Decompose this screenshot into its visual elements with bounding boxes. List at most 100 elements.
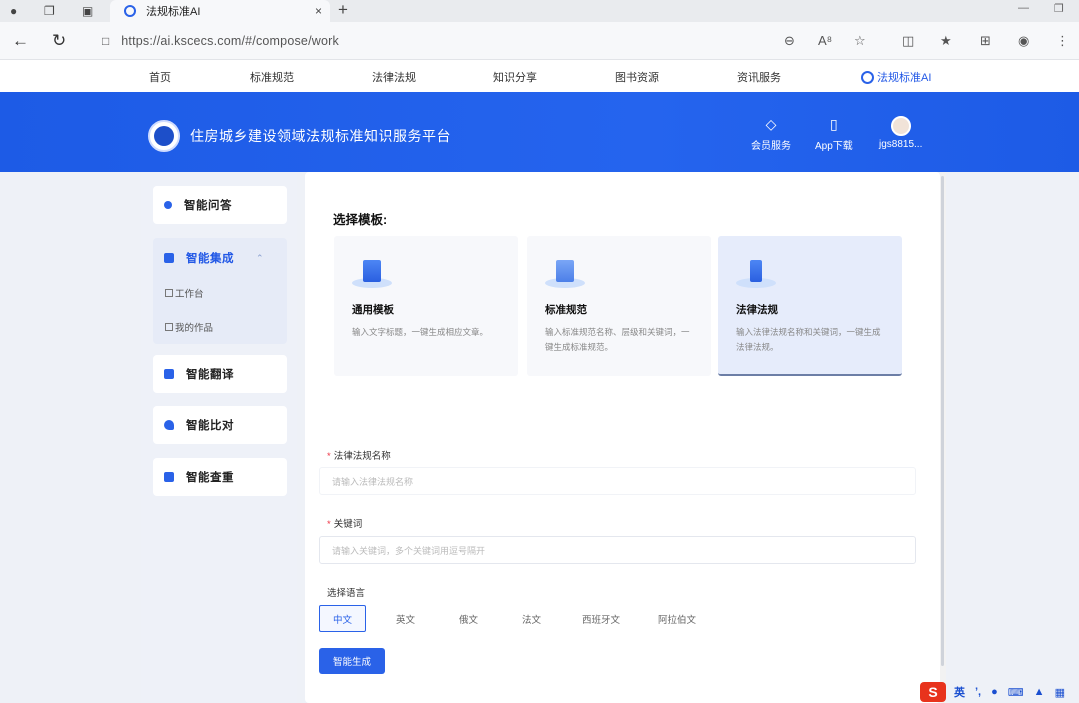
translate-icon	[164, 369, 174, 379]
punctuation-icon[interactable]: ’,	[975, 686, 981, 698]
site-top-nav: 首页 标准规范 法律法规 知识分享 图书资源 资讯服务 法规标准AI	[0, 60, 1079, 92]
read-aloud-icon[interactable]: A⁸	[818, 33, 832, 48]
sidebar-item-label: 智能问答	[184, 200, 232, 212]
site-title: 住房城乡建设领域法规标准知识服务平台	[190, 128, 451, 144]
template-card-law[interactable]: 法律法规 输入法律法规名称和关键词，一键生成法律法规。	[718, 236, 902, 376]
app-download-label: App下载	[815, 141, 853, 152]
nav-ai[interactable]: 法规标准AI	[861, 69, 931, 85]
close-tab-icon[interactable]: ×	[315, 4, 322, 18]
template-name: 标准规范	[545, 304, 587, 316]
keyboard-icon[interactable]: ⌨	[1008, 686, 1024, 699]
chevron-up-icon[interactable]: ⌃	[256, 253, 264, 264]
ime-toolbar: S 英 ’, ● ⌨ ▲ ▦	[920, 681, 1075, 703]
diamond-icon: ◇	[765, 116, 777, 132]
new-tab-button[interactable]: +	[338, 0, 348, 20]
template-name: 法律法规	[736, 304, 778, 316]
profile-icon[interactable]: ●	[10, 4, 17, 18]
law-template-icon	[736, 258, 776, 290]
sidebar-item-label: 智能翻译	[186, 369, 234, 381]
language-option-zh[interactable]: 中文	[319, 605, 366, 632]
language-option-en[interactable]: 英文	[382, 605, 429, 632]
sidebar: 智能问答 智能集成 ⌃ 工作台 我的作品 智能翻译 智能比对 智能查重	[141, 172, 297, 703]
template-desc: 输入文字标题，一键生成相应文章。	[352, 327, 489, 337]
template-card-standard[interactable]: 标准规范 输入标准规范名称、层级和关键词，一键生成标准规范。	[527, 236, 711, 376]
favorites-icon[interactable]: ★	[940, 33, 952, 49]
extension-icon[interactable]: ◉	[1018, 33, 1029, 49]
minimize-icon[interactable]: —	[1018, 2, 1029, 14]
app-download-button[interactable]: ▯ App下载	[815, 116, 853, 152]
site-header: 住房城乡建设领域法规标准知识服务平台 ◇ 会员服务 ▯ App下载 jgs881…	[0, 92, 1079, 172]
collections-icon[interactable]: ❐	[44, 4, 55, 18]
refresh-icon[interactable]: ↻	[52, 31, 66, 51]
ai-favicon-icon	[124, 5, 136, 17]
language-option-ru[interactable]: 俄文	[445, 605, 492, 632]
sidebar-subitem-workbench[interactable]: 工作台	[165, 286, 204, 300]
toolbox-icon[interactable]: ▦	[1055, 686, 1065, 699]
tab-title: 法规标准AI	[146, 6, 201, 18]
browser-tab-strip: ● ❐ ▣ 法规标准AI × + — ❐	[0, 0, 1079, 22]
address-bar-row: ← ↻ □ https://ai.kscecs.com/#/compose/wo…	[0, 22, 1079, 60]
avatar	[890, 116, 911, 136]
site-info-icon[interactable]: □	[102, 34, 109, 48]
sidebar-subitem-label: 我的作品	[175, 323, 214, 334]
workbench-icon	[165, 289, 173, 297]
standard-template-icon	[545, 258, 585, 290]
more-menu-icon[interactable]: ⋮	[1056, 33, 1069, 49]
restore-icon[interactable]: ❐	[1054, 2, 1064, 15]
user-menu[interactable]: jgs8815...	[879, 116, 922, 150]
sogou-logo-icon[interactable]: S	[920, 682, 946, 702]
sidebar-item-label: 智能集成	[186, 253, 234, 265]
member-service-button[interactable]: ◇ 会员服务	[751, 116, 791, 152]
generate-button[interactable]: 智能生成	[319, 648, 385, 674]
sidebar-group-integration: 智能集成 ⌃ 工作台 我的作品	[153, 238, 287, 344]
template-desc: 输入标准规范名称、层级和关键词，一键生成标准规范。	[545, 327, 690, 352]
ministry-emblem-icon	[148, 120, 180, 152]
sidebar-item-check[interactable]: 智能查重	[153, 458, 287, 496]
general-template-icon	[352, 258, 392, 290]
template-section-title: 选择模板:	[333, 213, 388, 227]
microphone-icon[interactable]: ●	[991, 686, 998, 698]
language-options: 中文 英文 俄文 法文 西班牙文 阿拉伯文	[319, 605, 723, 632]
sidebar-item-translate[interactable]: 智能翻译	[153, 355, 287, 393]
template-name: 通用模板	[352, 304, 394, 316]
sidebar-item-label: 智能比对	[186, 420, 234, 432]
browser-tab-active[interactable]: 法规标准AI ×	[110, 0, 330, 22]
nav-laws[interactable]: 法律法规	[372, 69, 416, 85]
integration-icon	[164, 253, 174, 263]
url-field[interactable]: □ https://ai.kscecs.com/#/compose/work	[96, 27, 876, 55]
language-option-ar[interactable]: 阿拉伯文	[647, 605, 707, 632]
page-scrollbar-thumb[interactable]	[941, 176, 944, 666]
nav-books[interactable]: 图书资源	[615, 69, 659, 85]
nav-knowledge[interactable]: 知识分享	[493, 69, 537, 85]
language-label: 选择语言	[327, 588, 366, 599]
language-option-es[interactable]: 西班牙文	[571, 605, 631, 632]
zoom-out-icon[interactable]: ⊖	[784, 33, 795, 49]
back-arrow-icon[interactable]: ←	[12, 31, 29, 51]
law-name-label: * 法律法规名称	[327, 451, 391, 462]
sidebar-item-integration[interactable]: 智能集成 ⌃	[153, 238, 287, 266]
compare-icon	[164, 420, 174, 430]
ai-logo-icon	[861, 70, 874, 84]
nav-home[interactable]: 首页	[149, 69, 171, 85]
keyword-label: * 关键词	[327, 519, 363, 530]
template-card-general[interactable]: 通用模板 输入文字标题，一键生成相应文章。	[334, 236, 518, 376]
keyword-input[interactable]: 请输入关键词，多个关键词用逗号隔开	[319, 536, 916, 564]
collections-add-icon[interactable]: ⊞	[980, 33, 991, 49]
user-name: jgs8815...	[879, 139, 923, 150]
ime-mode-toggle[interactable]: 英	[954, 684, 965, 700]
nav-ai-label: 法规标准AI	[877, 72, 932, 84]
language-option-fr[interactable]: 法文	[508, 605, 555, 632]
nav-standards[interactable]: 标准规范	[250, 69, 294, 85]
skin-icon[interactable]: ▲	[1034, 686, 1045, 698]
split-screen-icon[interactable]: ◫	[902, 33, 914, 49]
favorite-star-icon[interactable]: ☆	[854, 33, 866, 49]
nav-news[interactable]: 资讯服务	[737, 69, 781, 85]
phone-icon: ▯	[830, 116, 838, 132]
law-name-input[interactable]: 请输入法律法规名称	[319, 467, 916, 495]
compose-panel: 选择模板: 通用模板 输入文字标题，一键生成相应文章。 标准规范 输入标准规范名…	[305, 172, 940, 703]
url-text: https://ai.kscecs.com/#/compose/work	[121, 34, 339, 48]
sidebar-item-qa[interactable]: 智能问答	[153, 186, 287, 224]
tab-actions-icon[interactable]: ▣	[82, 4, 93, 18]
sidebar-subitem-works[interactable]: 我的作品	[165, 320, 213, 334]
sidebar-item-compare[interactable]: 智能比对	[153, 406, 287, 444]
